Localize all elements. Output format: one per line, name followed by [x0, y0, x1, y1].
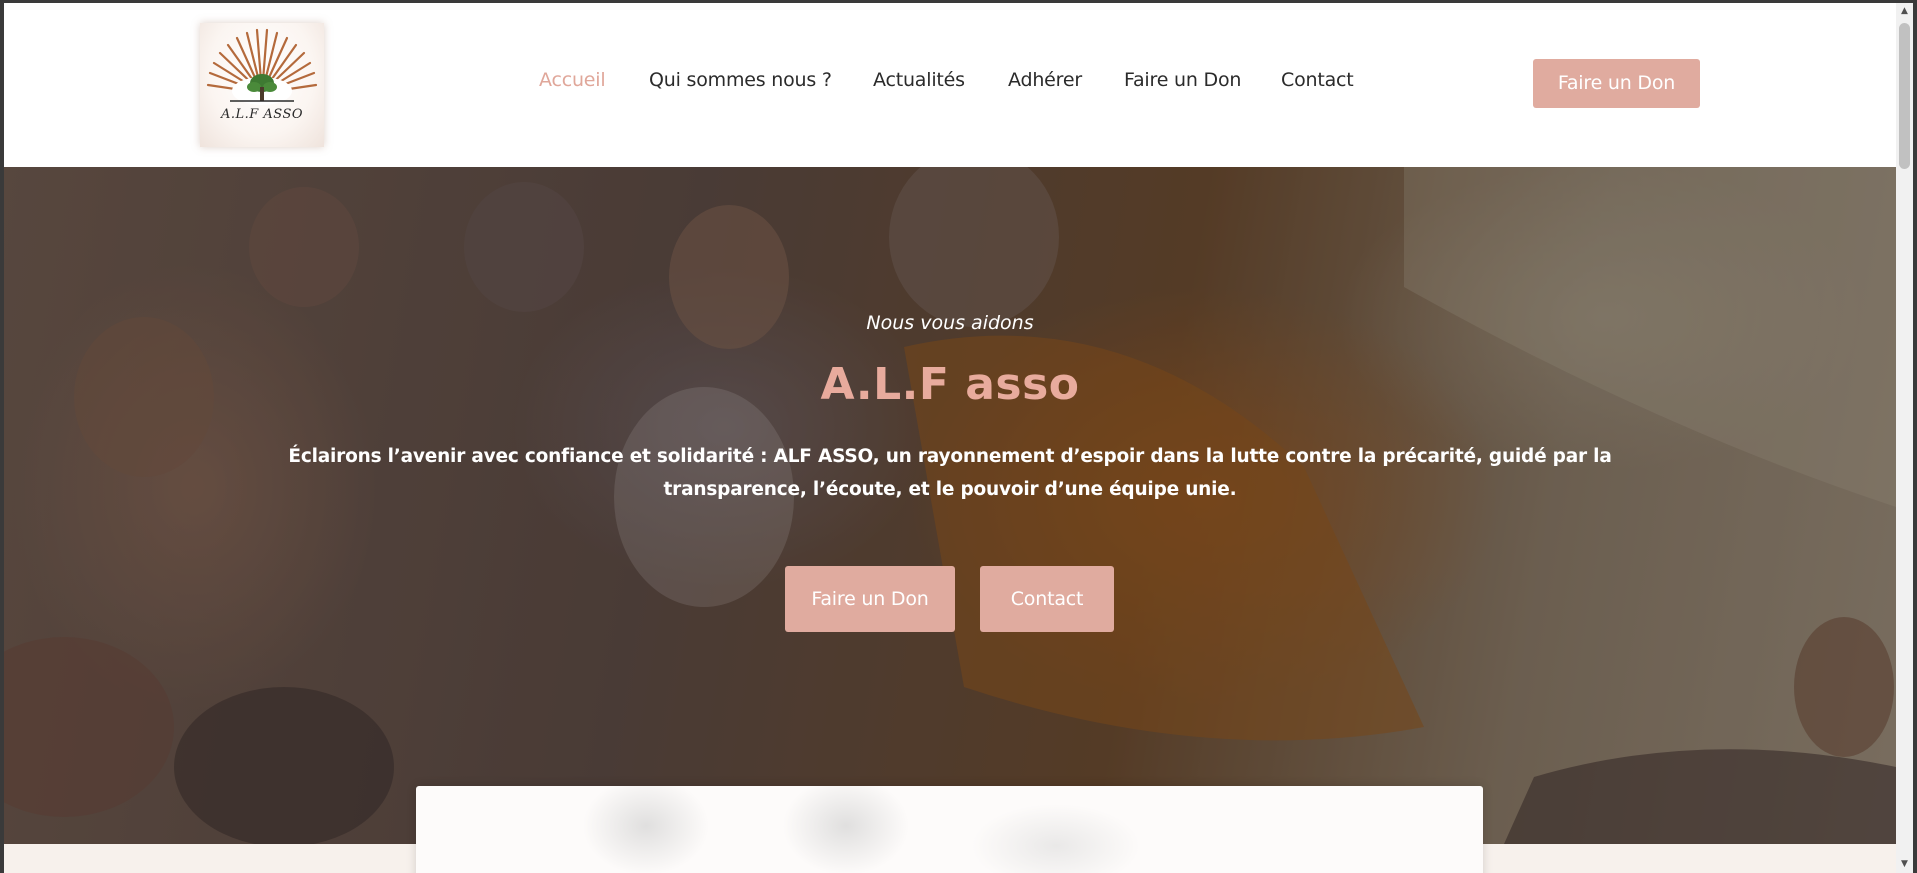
hero-title: A.L.F asso: [820, 359, 1080, 410]
logo-text: A.L.F ASSO: [220, 107, 304, 122]
hero-section: Nous vous aidons A.L.F asso Éclairons l’…: [4, 167, 1896, 844]
header-donate-button[interactable]: Faire un Don: [1533, 59, 1700, 108]
nav-item-faire-un-don[interactable]: Faire un Don: [1124, 69, 1241, 91]
intro-card-image: [416, 786, 1483, 873]
hero-contact-button[interactable]: Contact: [980, 566, 1114, 632]
site-header: A.L.F ASSO Accueil Qui sommes nous ? Act…: [4, 3, 1896, 167]
hero-content: Nous vous aidons A.L.F asso Éclairons l’…: [4, 167, 1896, 844]
intro-card: [416, 786, 1483, 873]
nav-item-qui-sommes-nous[interactable]: Qui sommes nous ?: [649, 69, 832, 91]
page-scrollbar[interactable]: ▲ ▼: [1896, 3, 1913, 873]
hero-eyebrow: Nous vous aidons: [866, 312, 1034, 334]
hero-description: Éclairons l’avenir avec confiance et sol…: [288, 446, 1612, 500]
scrollbar-thumb[interactable]: [1899, 23, 1910, 169]
nav-item-adherer[interactable]: Adhérer: [1008, 69, 1082, 91]
triangle-down-icon[interactable]: ▼: [1896, 856, 1913, 873]
nav-item-actualites[interactable]: Actualités: [873, 69, 965, 91]
nav-item-contact[interactable]: Contact: [1281, 69, 1354, 91]
triangle-up-icon[interactable]: ▲: [1896, 3, 1913, 20]
hero-donate-button[interactable]: Faire un Don: [785, 566, 955, 632]
nav-item-accueil[interactable]: Accueil: [539, 69, 606, 91]
browser-viewport: A.L.F ASSO Accueil Qui sommes nous ? Act…: [4, 3, 1896, 873]
